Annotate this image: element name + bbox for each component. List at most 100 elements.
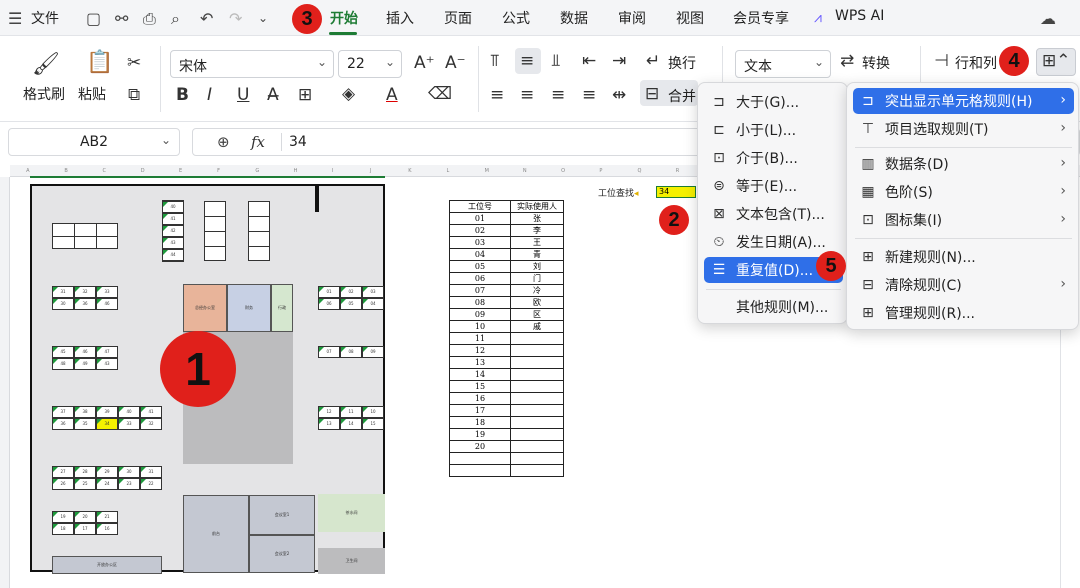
cell-seat-number[interactable]: 03	[449, 236, 511, 249]
column-letter[interactable]: P	[599, 168, 602, 174]
wps-ai-button[interactable]: WPS AI	[835, 8, 884, 24]
menu-item-greater-than[interactable]: ⊐ 大于(G)...	[704, 89, 843, 115]
cell-seat-number[interactable]: 01	[449, 212, 511, 225]
cell-user[interactable]: 刘	[510, 260, 564, 273]
cell-seat-number[interactable]: 09	[449, 308, 511, 321]
column-letter[interactable]: L	[446, 168, 449, 174]
tab-home[interactable]: 开始	[330, 8, 358, 28]
cell-seat-number[interactable]: 02	[449, 224, 511, 237]
tab-member[interactable]: 会员专享	[733, 8, 789, 28]
cell-seat-number[interactable]: 07	[449, 284, 511, 297]
cell-user[interactable]	[510, 428, 564, 441]
cell-seat-number[interactable]: 17	[449, 404, 511, 417]
cell-user[interactable]	[510, 380, 564, 393]
tab-view[interactable]: 视图	[676, 8, 704, 28]
menu-item-new-rule[interactable]: ⊞ 新建规则(N)...	[853, 244, 1074, 270]
cell-user[interactable]: 门	[510, 272, 564, 285]
align-top-icon[interactable]: ⫪	[490, 51, 500, 71]
eraser-icon[interactable]: ⌫	[428, 84, 452, 104]
file-menu[interactable]: 文件	[31, 8, 59, 28]
cell-seat-number[interactable]: 12	[449, 344, 511, 357]
menu-item-other-rules[interactable]: 其他规则(M)...	[704, 294, 843, 320]
tab-page[interactable]: 页面	[444, 8, 472, 28]
column-letter[interactable]: A	[26, 168, 29, 174]
outdent-icon[interactable]: ⇤	[582, 51, 596, 71]
cell-user[interactable]	[510, 368, 564, 381]
cell-user[interactable]: 张	[510, 212, 564, 225]
column-letter[interactable]: M	[485, 168, 489, 174]
column-letter[interactable]: K	[408, 168, 411, 174]
align-bottom-icon[interactable]: ⫫	[551, 51, 561, 71]
cell-user[interactable]	[510, 356, 564, 369]
column-letter[interactable]: F	[217, 168, 220, 174]
menu-item-equal[interactable]: ⊜ 等于(E)...	[704, 173, 843, 199]
rows-cols-button[interactable]: 行和列	[955, 53, 997, 73]
conditional-format-icon[interactable]: ⊞⌃	[1042, 51, 1071, 71]
column-letter[interactable]: E	[179, 168, 182, 174]
cell-seat-number[interactable]	[449, 452, 511, 465]
cut-icon[interactable]: ✂	[127, 53, 141, 73]
justify-icon[interactable]: ≡	[582, 85, 596, 105]
italic-icon[interactable]: I	[207, 85, 212, 105]
column-letter[interactable]: O	[561, 168, 565, 174]
fill-color-icon[interactable]: ◈	[342, 84, 355, 104]
cell-user[interactable]	[510, 332, 564, 345]
menu-item-top-bottom-rules[interactable]: ⊤ 项目选取规则(T) ›	[853, 116, 1074, 142]
cell-user[interactable]	[510, 416, 564, 429]
strikethrough-icon[interactable]: A̶	[267, 85, 279, 105]
menu-item-text-contains[interactable]: ⊠ 文本包含(T)...	[704, 201, 843, 227]
bold-icon[interactable]: B	[176, 85, 189, 105]
cell-seat-number[interactable]: 13	[449, 356, 511, 369]
column-letter[interactable]: B	[64, 168, 67, 174]
number-format-select[interactable]: 文本 ⌄	[735, 50, 831, 78]
tab-review[interactable]: 审阅	[618, 8, 646, 28]
preview-icon[interactable]: ⌕	[171, 9, 180, 29]
distribute-icon[interactable]: ⇹	[612, 85, 626, 105]
indent-icon[interactable]: ⇥	[612, 51, 626, 71]
tab-data[interactable]: 数据	[560, 8, 588, 28]
copy-icon[interactable]: ⧉	[128, 85, 140, 105]
column-letter[interactable]: D	[141, 168, 145, 174]
cell-user[interactable]: 区	[510, 308, 564, 321]
menu-item-highlight-cell-rules[interactable]: ⊐ 突出显示单元格规则(H) ›	[853, 88, 1074, 114]
cell-user[interactable]: 青	[510, 248, 564, 261]
font-size-select[interactable]: 22 ⌄	[338, 50, 402, 78]
column-letter[interactable]: R	[676, 168, 679, 174]
increase-font-icon[interactable]: A⁺	[414, 53, 435, 73]
fx-icon[interactable]: fx	[251, 133, 265, 151]
merge-button[interactable]: 合并	[668, 86, 696, 106]
menu-item-clear-rules[interactable]: ⊟ 清除规则(C) ›	[853, 272, 1074, 298]
column-letter[interactable]: N	[523, 168, 527, 174]
underline-icon[interactable]: U	[237, 85, 249, 105]
cell-seat-number[interactable]: 08	[449, 296, 511, 309]
convert-button[interactable]: 转换	[862, 53, 890, 73]
cell-user[interactable]	[510, 464, 564, 477]
cell-user[interactable]: 欧	[510, 296, 564, 309]
menu-item-date-occurring[interactable]: ⏲ 发生日期(A)...	[704, 229, 843, 255]
menu-item-data-bars[interactable]: ▥ 数据条(D) ›	[853, 151, 1074, 177]
cloud-icon[interactable]: ☁	[1040, 9, 1056, 28]
cell-seat-number[interactable]: 19	[449, 428, 511, 441]
column-letter[interactable]: Q	[638, 168, 642, 174]
menu-item-manage-rules[interactable]: ⊞ 管理规则(R)...	[853, 300, 1074, 326]
align-middle-icon[interactable]: ≡	[520, 51, 534, 71]
cell-user[interactable]: 王	[510, 236, 564, 249]
menu-item-icon-sets[interactable]: ⊡ 图标集(I) ›	[853, 207, 1074, 233]
cell-seat-number[interactable]: 06	[449, 272, 511, 285]
column-letter[interactable]: C	[103, 168, 107, 174]
cell-seat-number[interactable]	[449, 464, 511, 477]
link-icon[interactable]: ⚯	[115, 9, 128, 28]
cell-seat-number[interactable]: 15	[449, 380, 511, 393]
cell-user[interactable]	[510, 452, 564, 465]
wrap-button[interactable]: 换行	[668, 53, 696, 73]
lookup-input-cell[interactable]: 34	[656, 186, 696, 198]
cell-user[interactable]: 冷	[510, 284, 564, 297]
cell-seat-number[interactable]: 20	[449, 440, 511, 453]
zoom-icon[interactable]: ⊕	[217, 133, 230, 151]
cell-seat-number[interactable]: 10	[449, 320, 511, 333]
cell-user[interactable]	[510, 440, 564, 453]
column-letter[interactable]: J	[370, 168, 371, 174]
cell-seat-number[interactable]: 04	[449, 248, 511, 261]
font-color-icon[interactable]: A	[386, 85, 398, 105]
cell-user[interactable]	[510, 344, 564, 357]
